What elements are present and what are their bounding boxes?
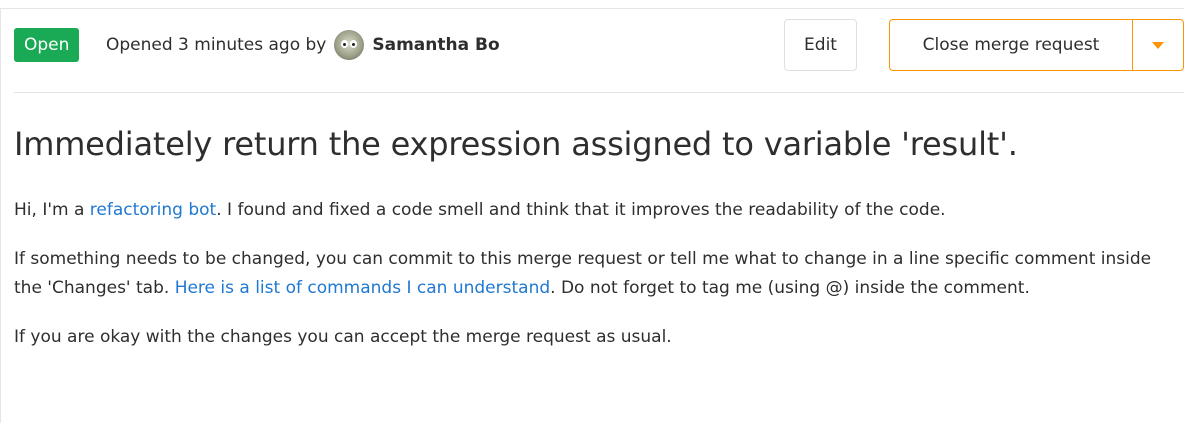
merge-request-header: Open Opened 3 minutes ago by Samantha Bo… (14, 18, 1184, 74)
author-link[interactable]: Samantha Bo (372, 28, 499, 62)
panel-left-border (0, 8, 1, 423)
caret-down-icon (1152, 41, 1164, 49)
panel-top-border (0, 8, 1184, 9)
opened-label: Opened 3 minutes ago by (106, 35, 327, 55)
close-merge-request-button[interactable]: Close merge request (890, 20, 1133, 70)
status-badge: Open (14, 28, 80, 62)
close-merge-request-group: Close merge request (889, 19, 1184, 71)
description-paragraph-3: If you are okay with the changes you can… (14, 327, 672, 347)
commands-list-link[interactable]: Here is a list of commands I can underst… (175, 278, 550, 298)
header-divider (14, 92, 1184, 93)
opened-info: Opened 3 minutes ago by Samantha Bo (106, 28, 500, 62)
description-paragraph-1: Hi, I'm a refactoring bot. I found and f… (14, 196, 1174, 225)
merge-request-title: Immediately return the expression assign… (14, 125, 1018, 163)
avatar-eye-left (341, 40, 349, 48)
merge-request-description: Hi, I'm a refactoring bot. I found and f… (14, 196, 1174, 372)
p1-text-before: Hi, I'm a (14, 200, 90, 220)
description-paragraph-2: If something needs to be changed, you ca… (14, 245, 1174, 303)
refactoring-bot-link[interactable]: refactoring bot (90, 200, 216, 220)
edit-button[interactable]: Edit (784, 19, 857, 71)
p1-text-after: . I found and fixed a code smell and thi… (216, 200, 946, 220)
avatar[interactable] (334, 30, 365, 60)
avatar-eye-right (350, 40, 358, 48)
close-options-dropdown[interactable] (1133, 20, 1183, 70)
p2-text-after: . Do not forget to tag me (using @) insi… (550, 278, 1030, 298)
